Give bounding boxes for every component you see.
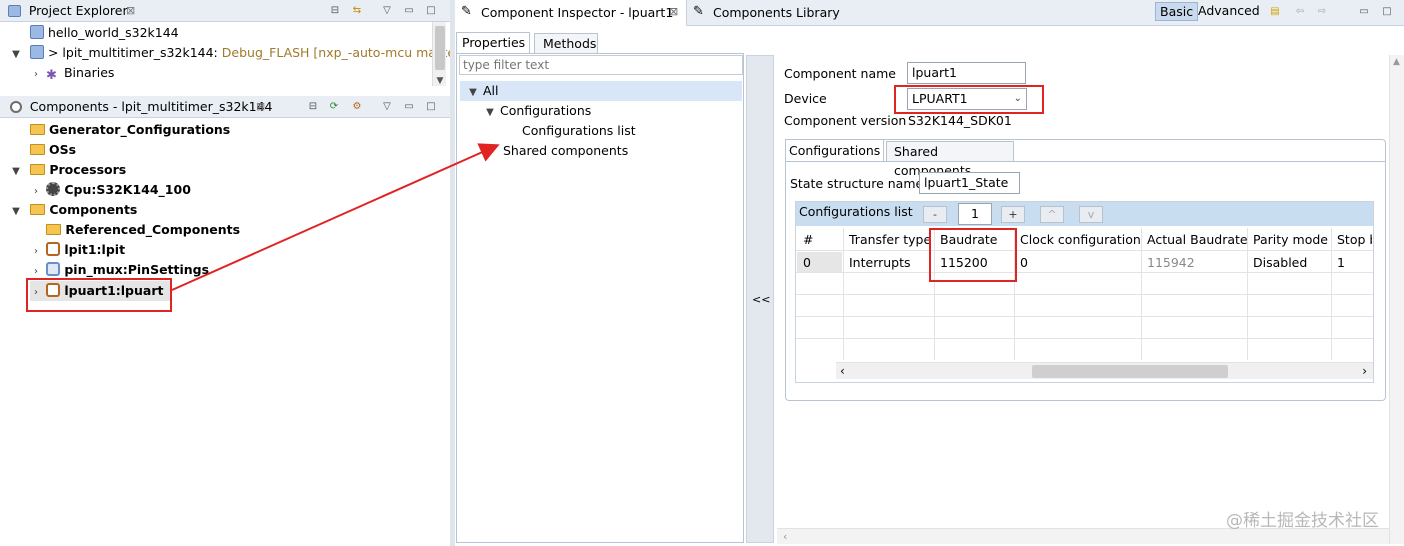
annotation-arrow bbox=[171, 143, 500, 291]
watermark: @稀土掘金技术社区 bbox=[1226, 511, 1379, 531]
